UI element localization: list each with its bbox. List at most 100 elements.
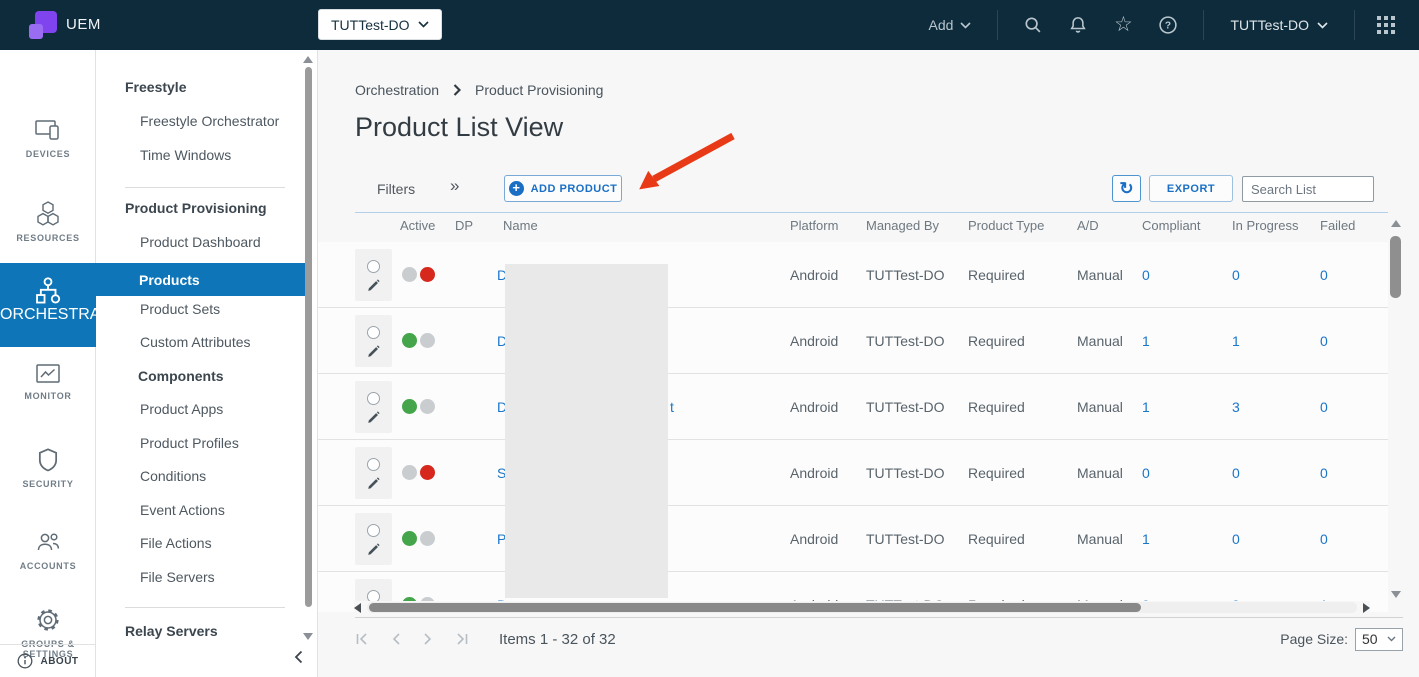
- row-radio-select[interactable]: [367, 326, 380, 339]
- row-select-edit-cell[interactable]: [355, 249, 392, 301]
- edit-pencil-icon[interactable]: [366, 342, 381, 357]
- breadcrumb: Orchestration Product Provisioning: [355, 82, 603, 98]
- subnav-item-products-selected[interactable]: Products: [96, 263, 307, 296]
- row-select-edit-cell[interactable]: [355, 381, 392, 433]
- account-selector[interactable]: TUTTest-DO: [1204, 17, 1354, 33]
- row-select-edit-cell[interactable]: [355, 447, 392, 499]
- page-size-select[interactable]: 50: [1355, 628, 1403, 651]
- failed-count-link[interactable]: 0: [1320, 440, 1328, 505]
- rail-item-accounts[interactable]: ACCOUNTS: [0, 528, 96, 571]
- refresh-button[interactable]: ↻: [1112, 175, 1141, 202]
- col-header-name[interactable]: Name: [503, 218, 538, 233]
- row-select-edit-cell[interactable]: [355, 513, 392, 565]
- breadcrumb-product-provisioning[interactable]: Product Provisioning: [475, 82, 603, 98]
- subnav-header-components[interactable]: Components: [138, 368, 224, 384]
- subnav-item-product-profiles[interactable]: Product Profiles: [140, 435, 239, 451]
- ad-cell: Manual: [1077, 440, 1123, 505]
- in-progress-count-link[interactable]: 1: [1232, 308, 1240, 373]
- last-page-icon[interactable]: [454, 632, 469, 646]
- subnav-item-time-windows[interactable]: Time Windows: [140, 147, 231, 163]
- in-progress-count-link[interactable]: 0: [1232, 242, 1240, 307]
- failed-count-link[interactable]: 0: [1320, 308, 1328, 373]
- app-launcher-grid-icon[interactable]: [1355, 16, 1409, 34]
- subnav-item-freestyle-orchestrator[interactable]: Freestyle Orchestrator: [140, 113, 279, 129]
- expand-filters-icon[interactable]: [450, 176, 459, 196]
- row-radio-select[interactable]: [367, 458, 380, 471]
- subnav-header-relay-servers[interactable]: Relay Servers: [125, 623, 218, 639]
- edit-pencil-icon[interactable]: [366, 540, 381, 555]
- col-header-platform[interactable]: Platform: [790, 218, 838, 233]
- filters-label[interactable]: Filters: [377, 181, 415, 197]
- rail-item-monitor[interactable]: MONITOR: [0, 362, 96, 401]
- subnav-item-conditions[interactable]: Conditions: [140, 468, 206, 484]
- subnav-scrollbar[interactable]: [304, 50, 313, 677]
- subnav-item-file-servers[interactable]: File Servers: [140, 569, 215, 585]
- edit-pencil-icon[interactable]: [366, 408, 381, 423]
- subnav-scrollbar-thumb[interactable]: [305, 67, 312, 607]
- col-header-in-progress[interactable]: In Progress: [1232, 218, 1298, 233]
- scroll-left-arrow[interactable]: [354, 603, 361, 613]
- table-vscrollbar-thumb[interactable]: [1390, 236, 1401, 298]
- add-product-button[interactable]: ADD PRODUCT: [504, 175, 622, 202]
- organization-group-selector[interactable]: TUTTest-DO: [318, 9, 442, 40]
- col-header-managed-by[interactable]: Managed By: [866, 218, 939, 233]
- edit-pencil-icon[interactable]: [366, 474, 381, 489]
- in-progress-count-link[interactable]: 3: [1232, 374, 1240, 439]
- row-radio-select[interactable]: [367, 260, 380, 273]
- in-progress-count-link[interactable]: 0: [1232, 506, 1240, 571]
- col-header-active[interactable]: Active: [400, 218, 435, 233]
- subnav-collapse-icon[interactable]: [294, 650, 303, 669]
- help-icon[interactable]: ?: [1157, 14, 1179, 36]
- subnav-header-product-provisioning[interactable]: Product Provisioning: [125, 200, 267, 216]
- subnav-header-freestyle[interactable]: Freestyle: [125, 79, 186, 95]
- row-radio-select[interactable]: [367, 524, 380, 537]
- subnav-item-product-dashboard[interactable]: Product Dashboard: [140, 234, 261, 250]
- search-list-input[interactable]: [1242, 176, 1374, 202]
- rail-item-resources[interactable]: RESOURCES: [0, 200, 96, 243]
- col-header-dp[interactable]: DP: [455, 218, 473, 233]
- hscrollbar-track[interactable]: [367, 602, 1357, 613]
- subnav-item-event-actions[interactable]: Event Actions: [140, 502, 225, 518]
- rail-item-security[interactable]: SECURITY: [0, 446, 96, 489]
- row-select-edit-cell[interactable]: [355, 315, 392, 367]
- table-hscrollbar[interactable]: [354, 601, 1370, 614]
- prev-page-icon[interactable]: [390, 632, 402, 646]
- export-button[interactable]: EXPORT: [1149, 175, 1233, 202]
- edit-pencil-icon[interactable]: [366, 276, 381, 291]
- col-header-product-type[interactable]: Product Type: [968, 218, 1044, 233]
- in-progress-count-link[interactable]: 0: [1232, 440, 1240, 505]
- col-header-compliant[interactable]: Compliant: [1142, 218, 1201, 233]
- notifications-bell-icon[interactable]: [1067, 14, 1089, 36]
- row-radio-select[interactable]: [367, 392, 380, 405]
- search-icon[interactable]: [1022, 14, 1044, 36]
- compliant-count-link[interactable]: 1: [1142, 506, 1150, 571]
- subnav-item-product-apps[interactable]: Product Apps: [140, 401, 223, 417]
- compliant-count-link[interactable]: 0: [1142, 440, 1150, 505]
- col-header-ad[interactable]: A/D: [1077, 218, 1099, 233]
- ad-cell: Manual: [1077, 308, 1123, 373]
- failed-count-link[interactable]: 0: [1320, 506, 1328, 571]
- compliant-count-link[interactable]: 1: [1142, 374, 1150, 439]
- subnav-scroll-down-arrow[interactable]: [303, 633, 313, 640]
- failed-count-link[interactable]: 0: [1320, 374, 1328, 439]
- subnav-item-product-sets[interactable]: Product Sets: [140, 301, 220, 317]
- rail-item-orchestration[interactable]: ORCHESTRATION: [0, 263, 96, 347]
- table-scroll-up-arrow[interactable]: [1391, 220, 1401, 227]
- subnav-item-file-actions[interactable]: File Actions: [140, 535, 212, 551]
- orchestration-sitemap-icon: [33, 276, 63, 306]
- rail-item-devices[interactable]: DEVICES: [0, 118, 96, 159]
- first-page-icon[interactable]: [355, 632, 370, 646]
- failed-count-link[interactable]: 0: [1320, 242, 1328, 307]
- compliant-count-link[interactable]: 0: [1142, 242, 1150, 307]
- hscrollbar-thumb[interactable]: [369, 603, 1141, 612]
- col-header-failed[interactable]: Failed: [1320, 218, 1355, 233]
- favorites-star-icon[interactable]: ☆: [1112, 14, 1134, 36]
- compliant-count-link[interactable]: 1: [1142, 308, 1150, 373]
- table-scroll-down-arrow[interactable]: [1391, 591, 1401, 598]
- about-button[interactable]: ABOUT: [0, 644, 96, 677]
- scroll-right-arrow[interactable]: [1363, 603, 1370, 613]
- add-menu[interactable]: Add: [903, 17, 998, 33]
- breadcrumb-orchestration[interactable]: Orchestration: [355, 82, 439, 98]
- next-page-icon[interactable]: [422, 632, 434, 646]
- subnav-item-custom-attributes[interactable]: Custom Attributes: [140, 334, 251, 350]
